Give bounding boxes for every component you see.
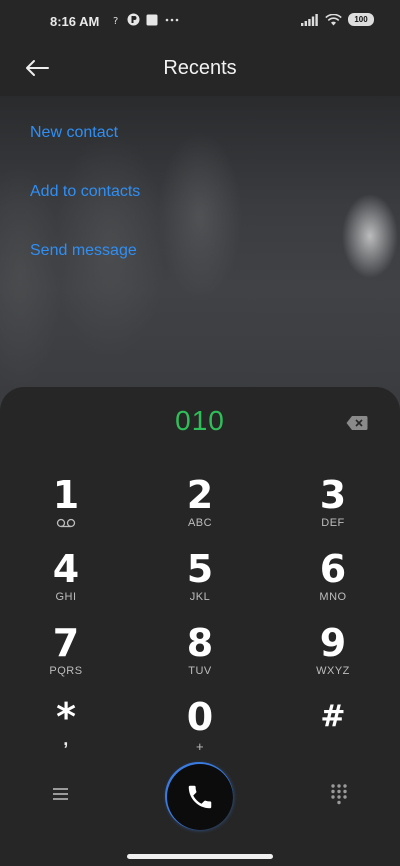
- key-digit: 6: [319, 547, 347, 591]
- page-title: Recents: [163, 57, 237, 79]
- key-digit: 1: [52, 473, 80, 517]
- svg-text:?: ?: [113, 16, 118, 25]
- dialpad-toggle-button[interactable]: [329, 782, 349, 806]
- wifi-icon: [325, 13, 342, 25]
- key-digit: 2: [186, 473, 214, 517]
- call-button[interactable]: [167, 764, 233, 830]
- backspace-button[interactable]: [346, 415, 368, 431]
- key-digit: 3: [319, 473, 347, 517]
- dialer-screen: 8:16 AM ? 100 Recents New contact Add to…: [0, 0, 400, 866]
- key-4[interactable]: 4 GHI: [11, 549, 121, 615]
- key-letters: ABC: [187, 517, 213, 529]
- key-digit: 5: [186, 547, 214, 591]
- send-message-link[interactable]: Send message: [30, 242, 137, 260]
- key-star[interactable]: * ,: [11, 697, 121, 763]
- dialed-number: 010: [175, 405, 225, 436]
- menu-icon: [53, 788, 68, 800]
- dialpad-icon: [331, 784, 347, 805]
- voicemail-icon: [56, 518, 76, 528]
- key-letters: JKL: [189, 591, 211, 603]
- key-6[interactable]: 6 MNO: [278, 549, 388, 615]
- signal-icon: [301, 13, 318, 26]
- key-3[interactable]: 3 DEF: [278, 475, 388, 541]
- new-contact-link[interactable]: New contact: [30, 124, 118, 142]
- key-digit: #: [320, 699, 346, 734]
- key-digit: 7: [52, 621, 80, 665]
- key-hash[interactable]: #: [278, 697, 388, 763]
- more-notifications-icon: [165, 18, 179, 21]
- phone-icon: [188, 785, 212, 809]
- key-letters: ,: [63, 729, 69, 749]
- add-to-contacts-link[interactable]: Add to contacts: [30, 183, 140, 201]
- status-time: 8:16 AM: [50, 14, 100, 29]
- dialer-action-bar: [0, 760, 400, 830]
- key-0[interactable]: 0 +: [145, 697, 255, 763]
- square-notification-icon: [146, 14, 158, 25]
- key-letters: WXYZ: [316, 665, 350, 677]
- wifi-question-icon: ?: [113, 16, 118, 25]
- key-letters: +: [195, 739, 205, 754]
- backspace-icon: [346, 416, 368, 430]
- key-digit: 8: [186, 621, 214, 665]
- key-letters: TUV: [188, 665, 212, 677]
- app-notification-icon: [127, 13, 140, 26]
- status-icons-right: 100: [301, 13, 374, 26]
- header: Recents: [0, 44, 400, 96]
- key-digit: 0: [186, 695, 214, 739]
- key-digit: 9: [319, 621, 347, 665]
- menu-button[interactable]: [50, 784, 72, 804]
- key-letters: MNO: [319, 591, 347, 603]
- status-bar: 8:16 AM ? 100: [0, 0, 400, 44]
- key-letters: GHI: [55, 591, 77, 603]
- key-9[interactable]: 9 WXYZ: [278, 623, 388, 689]
- key-letters: DEF: [321, 517, 345, 529]
- status-icons-left: ?: [113, 13, 180, 26]
- key-8[interactable]: 8 TUV: [145, 623, 255, 689]
- key-2[interactable]: 2 ABC: [145, 475, 255, 541]
- key-digit: 4: [52, 547, 80, 591]
- battery-indicator: 100: [348, 13, 374, 26]
- key-7[interactable]: 7 PQRS: [11, 623, 121, 689]
- home-indicator[interactable]: [127, 854, 273, 859]
- key-letters: PQRS: [49, 665, 83, 677]
- key-5[interactable]: 5 JKL: [145, 549, 255, 615]
- key-1[interactable]: 1: [11, 475, 121, 541]
